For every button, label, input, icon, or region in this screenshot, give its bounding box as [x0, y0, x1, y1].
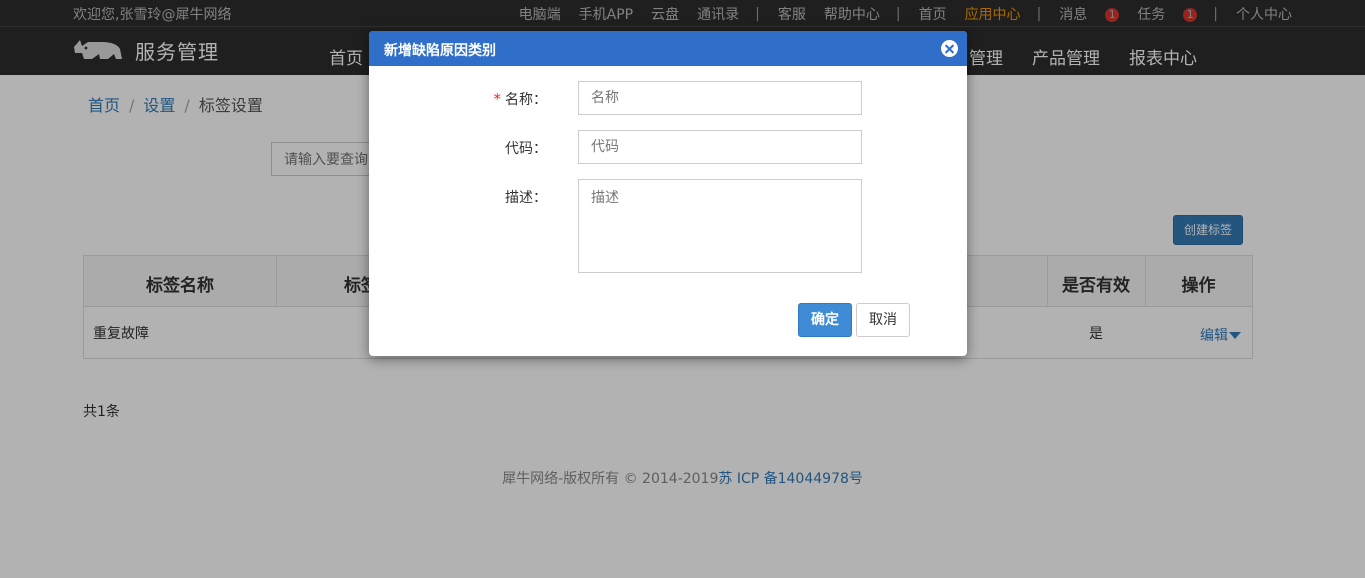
- name-input[interactable]: [578, 81, 862, 115]
- close-icon[interactable]: [941, 40, 958, 57]
- description-textarea[interactable]: [578, 179, 862, 273]
- dialog-title: 新增缺陷原因类别: [384, 43, 496, 59]
- cancel-button[interactable]: 取消: [856, 303, 910, 337]
- code-input[interactable]: [578, 130, 862, 164]
- description-label: 描述：: [505, 190, 547, 206]
- required-asterisk: *: [493, 90, 502, 108]
- name-label: * 名称：: [494, 89, 548, 109]
- dialog-header: 新增缺陷原因类别: [369, 31, 967, 66]
- name-label-text: 名称：: [505, 92, 547, 108]
- add-defect-reason-dialog: 新增缺陷原因类别 *名称： 代码： 描述： 确定 取消: [369, 31, 967, 356]
- confirm-button[interactable]: 确定: [798, 303, 852, 337]
- code-label: 代码：: [505, 141, 547, 157]
